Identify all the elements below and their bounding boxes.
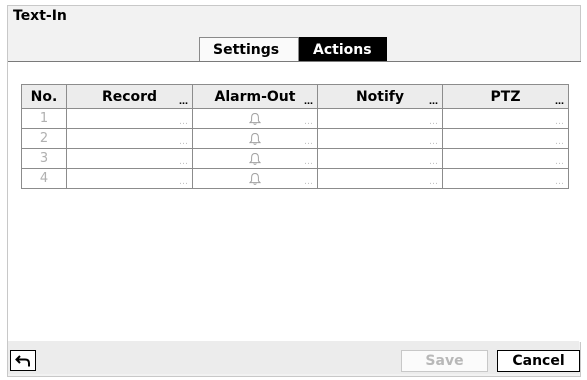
cancel-button[interactable]: Cancel xyxy=(497,350,580,372)
alarm-out-cell[interactable]: … xyxy=(192,128,318,149)
row-number: 4 xyxy=(21,168,67,189)
actions-table: No. Record… Alarm-Out… Notify… PTZ… 1 … … xyxy=(21,84,569,189)
ptz-ellipsis: … xyxy=(555,177,564,187)
tab-settings[interactable]: Settings xyxy=(199,37,299,61)
column-header-no: No. xyxy=(21,84,67,109)
notify-cell[interactable]: … xyxy=(317,148,443,169)
table-row: 3 … … … … xyxy=(21,148,569,169)
notify-ellipsis: … xyxy=(429,157,438,167)
row-number: 2 xyxy=(21,128,67,149)
alarm-out-all-ellipsis[interactable]: … xyxy=(304,98,313,107)
record-cell[interactable]: … xyxy=(66,168,193,189)
notify-cell[interactable]: … xyxy=(317,108,443,129)
notify-cell[interactable]: … xyxy=(317,128,443,149)
record-cell[interactable]: … xyxy=(66,128,193,149)
bell-icon xyxy=(249,152,261,165)
ptz-all-ellipsis[interactable]: … xyxy=(555,98,564,107)
back-button[interactable] xyxy=(10,350,36,371)
ptz-ellipsis: … xyxy=(555,117,564,127)
column-header-record[interactable]: Record… xyxy=(66,84,193,109)
return-arrow-icon xyxy=(15,354,30,366)
notify-ellipsis: … xyxy=(429,117,438,127)
column-header-alarm-out[interactable]: Alarm-Out… xyxy=(192,84,318,109)
column-header-notify[interactable]: Notify… xyxy=(317,84,443,109)
table-row: 1 … … … … xyxy=(21,108,569,129)
dialog-title: Text-In xyxy=(13,8,67,24)
record-ellipsis: … xyxy=(179,117,188,127)
record-ellipsis: … xyxy=(179,157,188,167)
ptz-cell[interactable]: … xyxy=(442,168,569,189)
ptz-cell[interactable]: … xyxy=(442,148,569,169)
notify-all-ellipsis[interactable]: … xyxy=(429,98,438,107)
column-header-ptz[interactable]: PTZ… xyxy=(442,84,569,109)
bottom-bar xyxy=(8,341,579,374)
save-button[interactable]: Save xyxy=(401,350,488,372)
alarm-out-ellipsis: … xyxy=(304,117,313,127)
row-number: 3 xyxy=(21,148,67,169)
alarm-out-cell[interactable]: … xyxy=(192,168,318,189)
tab-actions[interactable]: Actions xyxy=(299,37,387,61)
record-ellipsis: … xyxy=(179,177,188,187)
table-row: 4 … … … … xyxy=(21,168,569,189)
ptz-ellipsis: … xyxy=(555,157,564,167)
notify-cell[interactable]: … xyxy=(317,168,443,189)
alarm-out-ellipsis: … xyxy=(304,157,313,167)
alarm-out-ellipsis: … xyxy=(304,177,313,187)
bell-icon xyxy=(249,112,261,125)
bell-icon xyxy=(249,132,261,145)
table-header-row: No. Record… Alarm-Out… Notify… PTZ… xyxy=(21,84,569,109)
ptz-cell[interactable]: … xyxy=(442,128,569,149)
row-number: 1 xyxy=(21,108,67,129)
bell-icon xyxy=(249,172,261,185)
ptz-ellipsis: … xyxy=(555,137,564,147)
tab-bar: Settings Actions xyxy=(199,37,387,61)
record-all-ellipsis[interactable]: … xyxy=(179,98,188,107)
ptz-cell[interactable]: … xyxy=(442,108,569,129)
alarm-out-cell[interactable]: … xyxy=(192,108,318,129)
record-cell[interactable]: … xyxy=(66,148,193,169)
notify-ellipsis: … xyxy=(429,137,438,147)
table-row: 2 … … … … xyxy=(21,128,569,149)
alarm-out-ellipsis: … xyxy=(304,137,313,147)
alarm-out-cell[interactable]: … xyxy=(192,148,318,169)
record-ellipsis: … xyxy=(179,137,188,147)
notify-ellipsis: … xyxy=(429,177,438,187)
record-cell[interactable]: … xyxy=(66,108,193,129)
